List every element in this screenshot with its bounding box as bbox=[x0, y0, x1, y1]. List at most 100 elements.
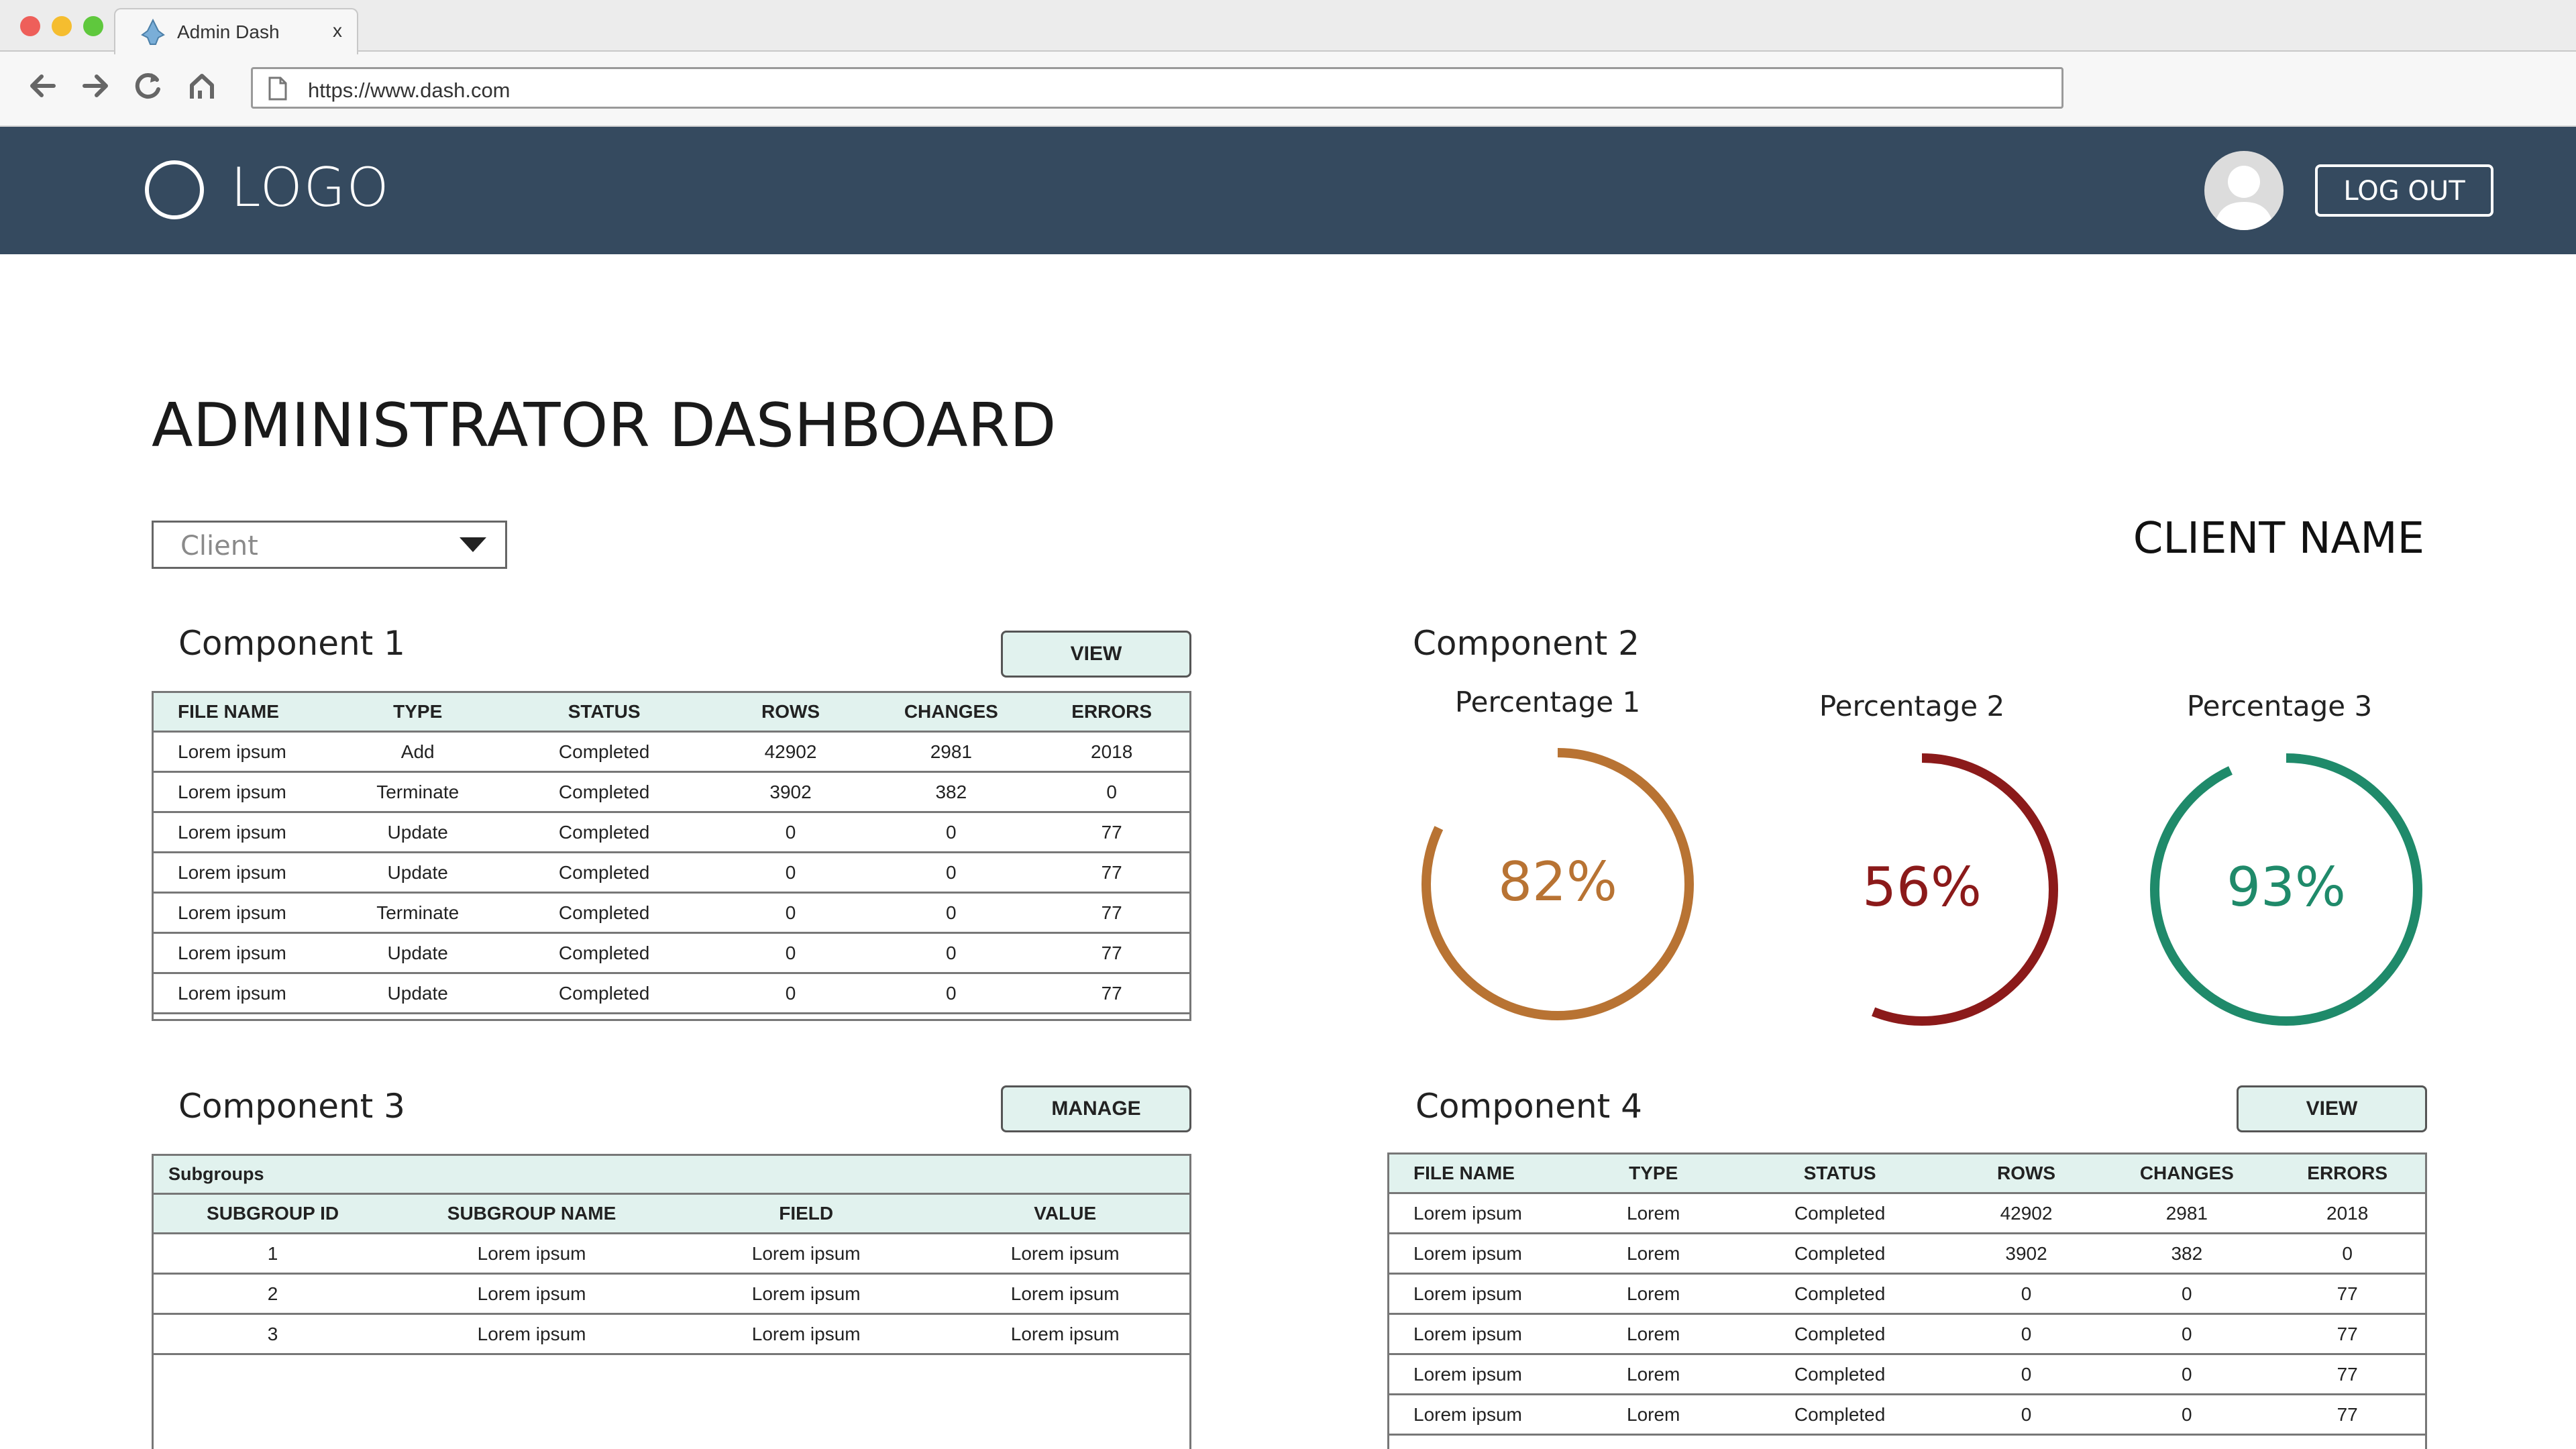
cell-subgroup-id: 2 bbox=[154, 1273, 392, 1315]
cell-rows: 0 bbox=[712, 973, 869, 1014]
client-select-value: Client bbox=[180, 531, 258, 561]
cell-status: Completed bbox=[1731, 1354, 1949, 1395]
col-header-status[interactable]: STATUS bbox=[495, 693, 713, 733]
col-header-status[interactable]: STATUS bbox=[1731, 1155, 1949, 1194]
app-header: LOGO LOG OUT bbox=[0, 127, 2576, 254]
col-header-errors[interactable]: ERRORS bbox=[1034, 693, 1189, 733]
minimize-window-icon[interactable] bbox=[52, 16, 72, 36]
tab-close-button[interactable]: x bbox=[333, 20, 342, 42]
client-name: CLIENT NAME bbox=[2133, 514, 2424, 564]
table-row[interactable]: 2 Lorem ipsum Lorem ipsum Lorem ipsum bbox=[154, 1273, 1189, 1315]
forward-arrow-icon[interactable] bbox=[79, 69, 111, 106]
table-row[interactable]: Lorem ipsum Update Completed 0 0 77 bbox=[154, 973, 1189, 1014]
cell-type: Update bbox=[339, 973, 496, 1014]
gauge-value-2: 56% bbox=[1862, 856, 1982, 918]
maximize-window-icon[interactable] bbox=[83, 16, 103, 36]
cell-type: Lorem bbox=[1575, 1193, 1731, 1234]
cell-errors: 77 bbox=[1034, 973, 1189, 1014]
logo-circle-icon bbox=[145, 160, 204, 219]
table-row[interactable]: Lorem ipsum Lorem Completed 0 0 77 bbox=[1389, 1313, 2425, 1355]
cell-status: Completed bbox=[495, 973, 713, 1014]
subgroups-section-label: Subgroups bbox=[154, 1156, 1189, 1195]
cell-changes: 0 bbox=[868, 973, 1034, 1014]
col-header-rows[interactable]: ROWS bbox=[1948, 1155, 2104, 1194]
table-row[interactable]: Lorem ipsum Lorem Completed 0 0 77 bbox=[1389, 1394, 2425, 1436]
cell-file-name: Lorem ipsum bbox=[154, 973, 340, 1014]
cell-type: Lorem bbox=[1575, 1273, 1731, 1315]
user-icon bbox=[2214, 166, 2274, 230]
cell-errors: 2018 bbox=[2269, 1193, 2425, 1234]
gauge-value-1: 82% bbox=[1498, 851, 1617, 913]
cell-file-name: Lorem ipsum bbox=[154, 892, 340, 934]
component4-title: Component 4 bbox=[1415, 1087, 1642, 1126]
table-row[interactable]: 3 Lorem ipsum Lorem ipsum Lorem ipsum bbox=[154, 1313, 1189, 1355]
component2-title: Component 2 bbox=[1413, 624, 1640, 663]
cell-status: Completed bbox=[495, 852, 713, 894]
cell-rows: 42902 bbox=[712, 731, 869, 773]
logout-button[interactable]: LOG OUT bbox=[2315, 164, 2493, 217]
cell-changes: 0 bbox=[2104, 1313, 2270, 1355]
table-row[interactable]: Lorem ipsum Terminate Completed 0 0 77 bbox=[154, 892, 1189, 934]
table-row[interactable]: Lorem ipsum Lorem Completed 3902 382 0 bbox=[1389, 1233, 2425, 1275]
cell-type: Update bbox=[339, 932, 496, 974]
col-header-field[interactable]: FIELD bbox=[671, 1195, 941, 1234]
cell-file-name: Lorem ipsum bbox=[1389, 1273, 1576, 1315]
cell-errors: 77 bbox=[1034, 852, 1189, 894]
component3-manage-button[interactable]: MANAGE bbox=[1001, 1085, 1191, 1132]
browser-tab[interactable]: Admin Dash x bbox=[114, 8, 358, 54]
table-row[interactable]: Lorem ipsum Update Completed 0 0 77 bbox=[154, 812, 1189, 853]
cell-rows: 0 bbox=[712, 852, 869, 894]
table-row[interactable]: Lorem ipsum Terminate Completed 3902 382 0 bbox=[154, 771, 1189, 813]
client-select[interactable]: Client bbox=[152, 521, 507, 569]
col-header-changes[interactable]: CHANGES bbox=[868, 693, 1034, 733]
table-row[interactable]: Lorem ipsum Lorem Completed 0 0 77 bbox=[1389, 1354, 2425, 1395]
col-header-subgroup-name[interactable]: SUBGROUP NAME bbox=[392, 1195, 672, 1234]
cell-type: Lorem bbox=[1575, 1233, 1731, 1275]
cell-subgroup-id: 3 bbox=[154, 1313, 392, 1355]
col-header-type[interactable]: TYPE bbox=[339, 693, 496, 733]
gauge-label-1: Percentage 1 bbox=[1454, 686, 1641, 718]
cell-changes: 382 bbox=[2104, 1233, 2270, 1275]
gauge-label-3: Percentage 3 bbox=[2186, 690, 2373, 722]
cell-rows: 0 bbox=[1948, 1313, 2104, 1355]
col-header-errors[interactable]: ERRORS bbox=[2269, 1155, 2425, 1194]
address-bar[interactable]: https://www.dash.com bbox=[251, 67, 2063, 109]
component1-view-button[interactable]: VIEW bbox=[1001, 631, 1191, 678]
col-header-changes[interactable]: CHANGES bbox=[2104, 1155, 2270, 1194]
table-row[interactable]: Lorem ipsum Add Completed 42902 2981 2018 bbox=[154, 731, 1189, 773]
close-window-icon[interactable] bbox=[20, 16, 40, 36]
back-arrow-icon[interactable] bbox=[27, 69, 59, 106]
col-header-rows[interactable]: ROWS bbox=[712, 693, 869, 733]
gauge-value-3: 93% bbox=[2226, 856, 2346, 918]
cell-type: Update bbox=[339, 852, 496, 894]
browser-titlebar bbox=[0, 0, 2576, 52]
col-header-type[interactable]: TYPE bbox=[1575, 1155, 1731, 1194]
cell-errors: 77 bbox=[2269, 1273, 2425, 1315]
home-icon[interactable] bbox=[185, 69, 219, 106]
avatar[interactable] bbox=[2204, 151, 2284, 230]
cell-status: Completed bbox=[495, 932, 713, 974]
cell-subgroup-name: Lorem ipsum bbox=[392, 1273, 672, 1315]
cell-status: Completed bbox=[1731, 1313, 1949, 1355]
table-row[interactable]: Lorem ipsum Update Completed 0 0 77 bbox=[154, 852, 1189, 894]
cell-rows: 0 bbox=[712, 932, 869, 974]
table-row[interactable]: Lorem ipsum Update Completed 0 0 77 bbox=[154, 932, 1189, 974]
col-header-file-name[interactable]: FILE NAME bbox=[154, 693, 340, 733]
cell-status: Completed bbox=[1731, 1394, 1949, 1436]
cell-status: Completed bbox=[495, 812, 713, 853]
page-title: ADMINISTRATOR DASHBOARD bbox=[152, 390, 1057, 461]
cell-field: Lorem ipsum bbox=[671, 1233, 941, 1275]
col-header-subgroup-id[interactable]: SUBGROUP ID bbox=[154, 1195, 392, 1234]
cell-type: Terminate bbox=[339, 771, 496, 813]
page-icon bbox=[268, 76, 288, 105]
component4-view-button[interactable]: VIEW bbox=[2237, 1085, 2427, 1132]
cell-changes: 0 bbox=[2104, 1273, 2270, 1315]
col-header-value[interactable]: VALUE bbox=[941, 1195, 1189, 1234]
col-header-file-name[interactable]: FILE NAME bbox=[1389, 1155, 1576, 1194]
table-row[interactable]: 1 Lorem ipsum Lorem ipsum Lorem ipsum bbox=[154, 1233, 1189, 1275]
cell-changes: 2981 bbox=[2104, 1193, 2270, 1234]
table-row[interactable]: Lorem ipsum Lorem Completed 0 0 77 bbox=[1389, 1273, 2425, 1315]
table-row[interactable]: Lorem ipsum Lorem Completed 42902 2981 2018 bbox=[1389, 1193, 2425, 1234]
reload-icon[interactable] bbox=[131, 69, 164, 106]
cell-errors: 77 bbox=[2269, 1394, 2425, 1436]
